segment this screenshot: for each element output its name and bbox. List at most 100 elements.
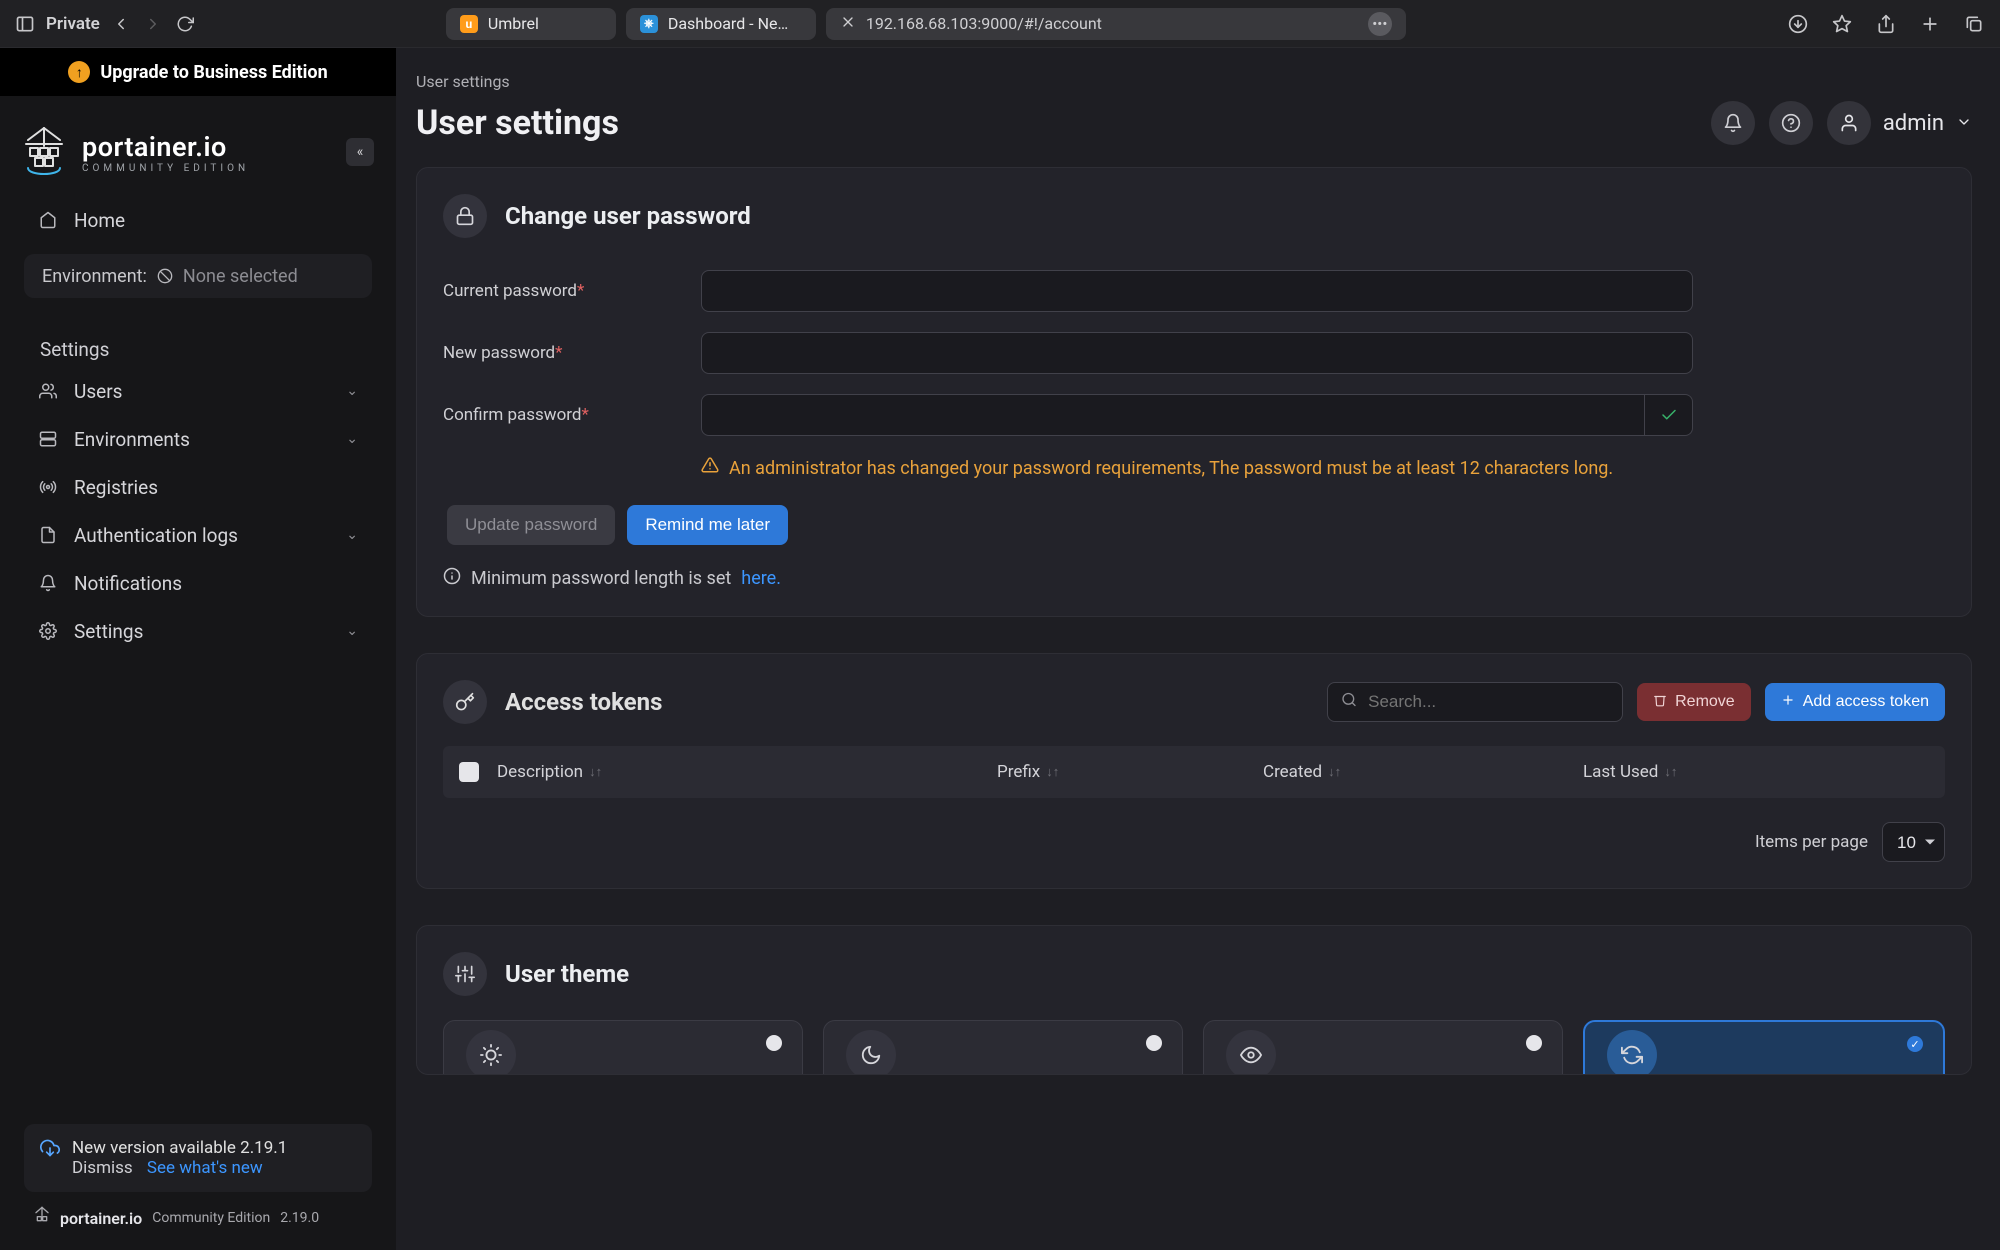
update-line1: New version available 2.19.1 xyxy=(72,1138,287,1158)
lock-icon xyxy=(443,194,487,238)
items-per-page-label: Items per page xyxy=(1755,832,1868,852)
confirm-password-input[interactable] xyxy=(701,394,1645,436)
user-name: admin xyxy=(1883,111,1944,136)
user-theme-card: User theme ✓ xyxy=(416,925,1972,1075)
remove-token-button[interactable]: Remove xyxy=(1637,683,1751,721)
tab-dashboard[interactable]: ⎈ Dashboard - Ne… xyxy=(626,8,816,40)
card-title: Change user password xyxy=(505,202,751,230)
sidebar-item-users[interactable]: Users ⌄ xyxy=(16,369,380,413)
current-password-label: Current password* xyxy=(443,281,701,301)
select-all-checkbox[interactable] xyxy=(459,762,479,782)
nav-label: Home xyxy=(74,209,125,232)
current-password-input[interactable] xyxy=(701,270,1693,312)
search-icon xyxy=(1341,692,1357,713)
update-password-button[interactable]: Update password xyxy=(447,505,615,545)
browser-bar: Private u Umbrel ⎈ Dashboard - Ne… 192.1… xyxy=(0,0,2000,48)
sidebar-item-registries[interactable]: Registries xyxy=(16,465,380,509)
sidebar-collapse-button[interactable]: « xyxy=(346,138,374,166)
chevron-down-icon: ⌄ xyxy=(346,431,358,447)
file-icon xyxy=(38,525,58,545)
user-menu[interactable]: admin xyxy=(1827,101,1972,145)
sliders-icon xyxy=(443,952,487,996)
change-password-card: Change user password Current password* N… xyxy=(416,167,1972,617)
address-bar[interactable]: 192.168.68.103:9000/#!/account ••• xyxy=(826,8,1406,40)
downloads-icon[interactable] xyxy=(1786,12,1810,36)
users-icon xyxy=(38,381,58,401)
radio-icon xyxy=(766,1035,782,1051)
notifications-button[interactable] xyxy=(1711,101,1755,145)
chevron-down-icon: ⌄ xyxy=(346,527,358,543)
reload-icon[interactable] xyxy=(174,13,196,35)
key-icon xyxy=(443,680,487,724)
info-link[interactable]: here. xyxy=(741,568,781,589)
sidebar-item-environments[interactable]: Environments ⌄ xyxy=(16,417,380,461)
env-value: None selected xyxy=(183,266,298,287)
dismiss-link[interactable]: Dismiss xyxy=(72,1158,133,1178)
home-icon xyxy=(38,210,58,230)
info-text: Minimum password length is set xyxy=(471,568,731,589)
upgrade-label: Upgrade to Business Edition xyxy=(100,62,327,83)
col-description[interactable]: Description↓↑ xyxy=(497,762,997,782)
new-tab-icon[interactable] xyxy=(1918,12,1942,36)
sidebar: ↑ Upgrade to Business Edition xyxy=(0,48,396,1250)
check-icon xyxy=(1645,394,1693,436)
col-created[interactable]: Created↓↑ xyxy=(1263,762,1583,782)
remind-later-button[interactable]: Remind me later xyxy=(627,505,788,545)
sun-icon xyxy=(466,1030,516,1075)
url-text: 192.168.68.103:9000/#!/account xyxy=(866,14,1102,33)
nav-label: Registries xyxy=(74,476,158,499)
sidebar-item-notifications[interactable]: Notifications xyxy=(16,561,380,605)
sidebar-toggle-icon[interactable] xyxy=(14,13,36,35)
whats-new-link[interactable]: See what's new xyxy=(147,1158,263,1178)
server-icon xyxy=(38,429,58,449)
url-menu-icon[interactable]: ••• xyxy=(1368,12,1392,36)
trash-icon xyxy=(1653,693,1667,712)
theme-light-option[interactable] xyxy=(443,1020,803,1075)
plus-icon xyxy=(1781,693,1795,712)
portainer-logo-small-icon xyxy=(34,1206,50,1230)
tab-label: Dashboard - Ne… xyxy=(668,14,788,33)
bell-icon xyxy=(38,573,58,593)
sidebar-item-auth-logs[interactable]: Authentication logs ⌄ xyxy=(16,513,380,557)
new-password-input[interactable] xyxy=(701,332,1693,374)
share-icon[interactable] xyxy=(1874,12,1898,36)
alert-triangle-icon xyxy=(701,456,719,481)
radio-icon xyxy=(1526,1035,1542,1051)
upgrade-banner[interactable]: ↑ Upgrade to Business Edition xyxy=(0,48,396,96)
radio-checked-icon: ✓ xyxy=(1907,1036,1923,1052)
help-button[interactable] xyxy=(1769,101,1813,145)
sidebar-section-settings: Settings xyxy=(0,316,396,369)
theme-high-contrast-option[interactable] xyxy=(1203,1020,1563,1075)
info-icon xyxy=(443,567,461,590)
password-warning: An administrator has changed your passwo… xyxy=(701,456,1621,481)
sort-icon: ↓↑ xyxy=(1328,764,1341,780)
sort-icon: ↓↑ xyxy=(589,764,602,780)
env-label: Environment: xyxy=(42,266,147,287)
favicon-umbrel-icon: u xyxy=(460,15,478,33)
nav-label: Environments xyxy=(74,428,190,451)
tokens-table-header: Description↓↑ Prefix↓↑ Created↓↑ Last Us… xyxy=(443,746,1945,798)
sidebar-item-home[interactable]: Home xyxy=(16,198,380,242)
tokens-search-input[interactable] xyxy=(1327,682,1623,722)
tab-umbrel[interactable]: u Umbrel xyxy=(446,8,616,40)
main-content: User settings User settings admin Change… xyxy=(396,48,2000,1250)
chevron-down-icon xyxy=(1956,111,1972,136)
sort-icon: ↓↑ xyxy=(1664,764,1677,780)
brand-text: portainer.io COMMUNITY EDITION xyxy=(82,131,249,174)
update-available-card: New version available 2.19.1 Dismiss See… xyxy=(24,1124,372,1192)
sidebar-item-settings[interactable]: Settings ⌄ xyxy=(16,609,380,653)
col-lastused[interactable]: Last Used↓↑ xyxy=(1583,762,1929,782)
favicon-dashboard-icon: ⎈ xyxy=(640,15,658,33)
environment-pill[interactable]: Environment: None selected xyxy=(24,254,372,298)
theme-auto-option[interactable]: ✓ xyxy=(1583,1020,1945,1075)
bookmark-icon[interactable] xyxy=(1830,12,1854,36)
tabs-icon[interactable] xyxy=(1962,12,1986,36)
nav-label: Notifications xyxy=(74,572,182,595)
nav-label: Users xyxy=(74,380,122,403)
items-per-page-select[interactable]: 10 xyxy=(1882,822,1945,862)
col-prefix[interactable]: Prefix↓↑ xyxy=(997,762,1263,782)
nav-back-icon[interactable] xyxy=(110,13,132,35)
slash-circle-icon xyxy=(157,266,173,286)
theme-dark-option[interactable] xyxy=(823,1020,1183,1075)
add-token-button[interactable]: Add access token xyxy=(1765,683,1945,721)
